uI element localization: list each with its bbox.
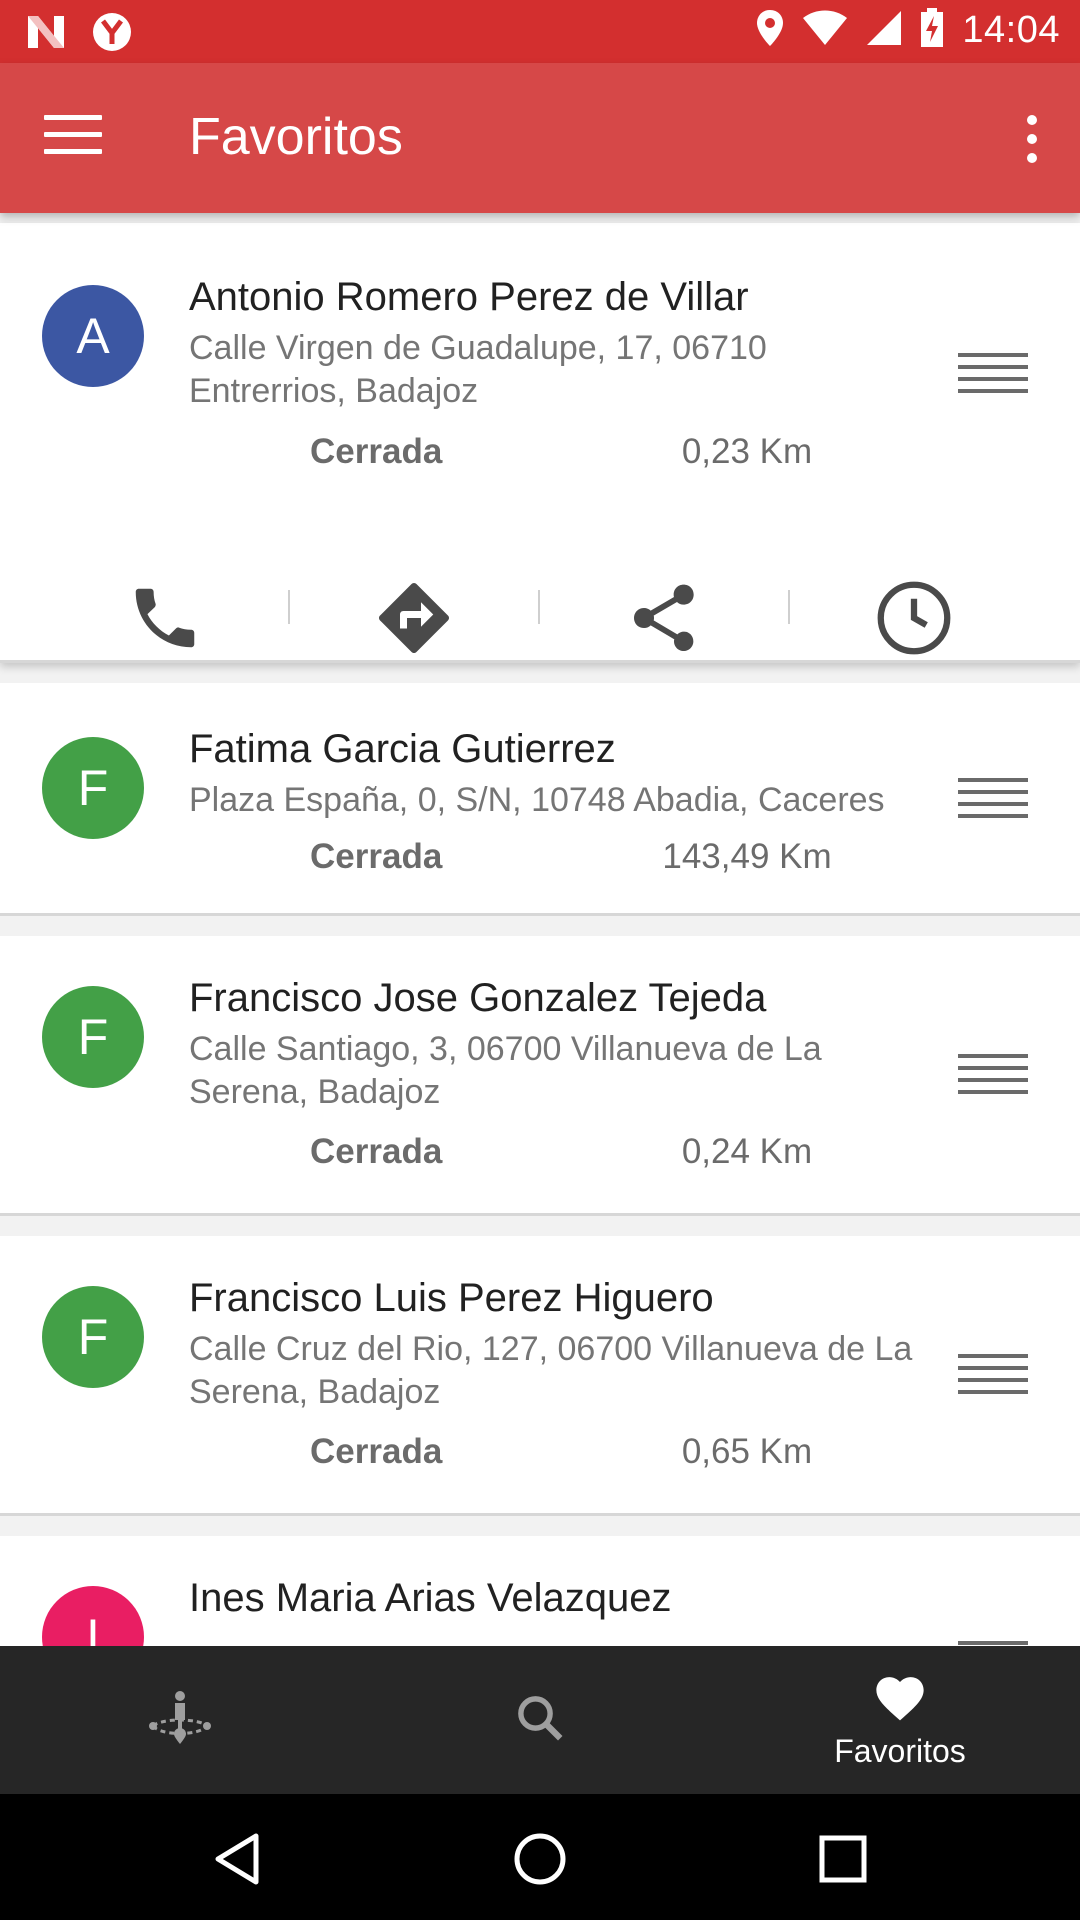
nav-search[interactable]	[430, 1646, 650, 1794]
distance-label: 0,24 Km	[681, 1132, 813, 1171]
list-item[interactable]: F Francisco Luis Perez Higuero Calle Cru…	[0, 1236, 1080, 1516]
contact-name: Fatima Garcia Gutierrez	[189, 727, 616, 771]
page-title: Favoritos	[189, 108, 403, 166]
clock-time: 14:04	[962, 9, 1060, 51]
drag-handle-icon[interactable]	[958, 778, 1028, 830]
bottom-navigation: Favoritos	[0, 1646, 1080, 1794]
avatar: F	[42, 1286, 144, 1388]
avatar: A	[42, 285, 144, 387]
distance-label: 0,23 Km	[681, 432, 813, 471]
back-icon[interactable]	[202, 1824, 272, 1894]
avatar-initial: A	[76, 308, 110, 364]
nav-favorites[interactable]: Favoritos	[790, 1646, 1010, 1794]
distance-label: 143,49 Km	[662, 837, 832, 876]
list-item[interactable]: F Francisco Jose Gonzalez Tejeda Calle S…	[0, 936, 1080, 1216]
battery-charging-icon	[920, 8, 944, 53]
nearby-people-icon	[147, 1690, 213, 1751]
status-label: Cerrada	[310, 837, 443, 876]
app-bar: Favoritos	[0, 63, 1080, 213]
heart-icon	[871, 1670, 929, 1727]
status-label: Cerrada	[310, 432, 443, 471]
divider	[538, 590, 540, 624]
contact-address: Calle Virgen de Guadalupe, 17, 06710 Ent…	[189, 329, 767, 410]
signal-icon	[866, 10, 902, 51]
list-item[interactable]: F Fatima Garcia Gutierrez Plaza España, …	[0, 683, 1080, 916]
status-bar: 14:04	[0, 0, 1080, 63]
hamburger-menu-icon[interactable]	[44, 115, 102, 159]
avatar-initial: F	[77, 760, 109, 816]
list-item[interactable]: A Antonio Romero Perez de Villar Calle V…	[0, 223, 1080, 663]
drag-handle-icon[interactable]	[958, 1354, 1028, 1406]
home-icon[interactable]	[505, 1824, 575, 1894]
recents-icon[interactable]	[808, 1824, 878, 1894]
drag-handle-icon[interactable]	[958, 353, 1028, 405]
avatar-initial: I	[86, 1609, 100, 1646]
avatar: F	[42, 986, 144, 1088]
contact-address: Calle Santiago, 3, 06700 Villanueva de L…	[189, 1030, 822, 1111]
nav-nearby[interactable]	[70, 1646, 290, 1794]
contact-name: Francisco Jose Gonzalez Tejeda	[189, 976, 767, 1020]
divider	[288, 590, 290, 624]
contact-address: Plaza España, 0, S/N, 10748 Abadia, Cace…	[189, 781, 885, 819]
phone-icon[interactable]	[105, 548, 225, 688]
n-notification-icon	[26, 14, 66, 55]
avatar-initial: F	[77, 1009, 109, 1065]
location-icon	[756, 9, 784, 52]
contact-name: Antonio Romero Perez de Villar	[189, 275, 749, 319]
divider	[788, 590, 790, 624]
clock-icon[interactable]	[854, 548, 974, 688]
avatar: I	[42, 1586, 144, 1646]
status-label: Cerrada	[310, 1432, 443, 1471]
directions-icon[interactable]	[354, 548, 474, 688]
nav-favorites-label: Favoritos	[834, 1733, 966, 1769]
system-navigation-bar	[0, 1794, 1080, 1920]
share-icon[interactable]	[604, 548, 724, 688]
avatar-initial: F	[77, 1309, 109, 1365]
more-vert-icon[interactable]	[1022, 115, 1042, 165]
contact-name: Ines Maria Arias Velazquez	[189, 1576, 672, 1620]
favorites-list[interactable]: A Antonio Romero Perez de Villar Calle V…	[0, 213, 1080, 1646]
contact-name: Francisco Luis Perez Higuero	[189, 1276, 714, 1320]
wifi-icon	[802, 10, 848, 51]
y-app-icon	[92, 12, 132, 57]
distance-label: 0,65 Km	[681, 1432, 813, 1471]
status-label: Cerrada	[310, 1132, 443, 1171]
avatar: F	[42, 737, 144, 839]
card-actions	[0, 548, 1080, 688]
drag-handle-icon[interactable]	[958, 1054, 1028, 1106]
list-item[interactable]: I Ines Maria Arias Velazquez	[0, 1536, 1080, 1646]
search-icon	[513, 1691, 567, 1750]
contact-address: Calle Cruz del Rio, 127, 06700 Villanuev…	[189, 1330, 913, 1411]
